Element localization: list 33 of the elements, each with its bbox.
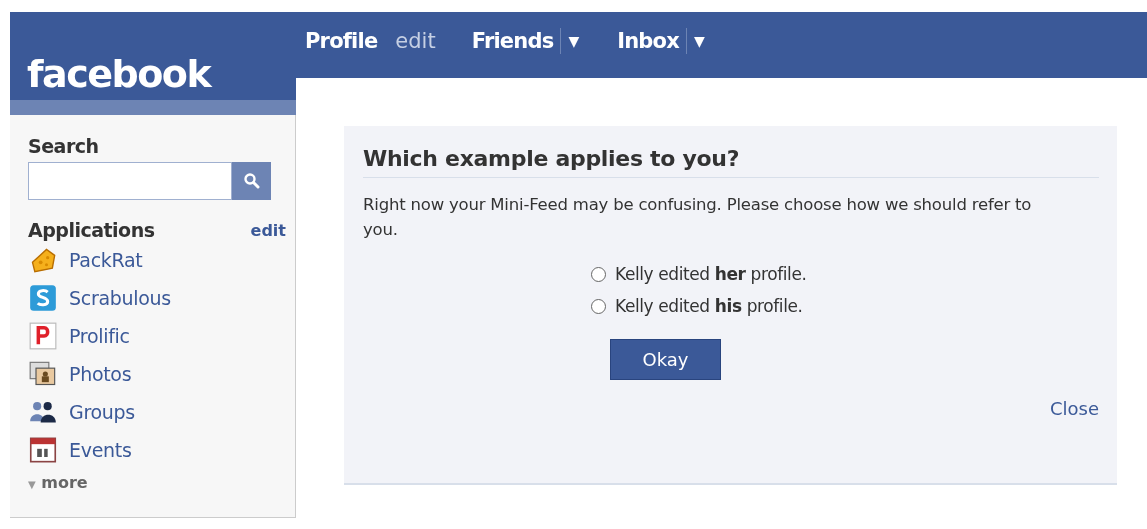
- dropdown-arrow[interactable]: ▼: [568, 33, 580, 49]
- more-link[interactable]: ▼ more: [28, 473, 88, 492]
- search-label: Search: [28, 135, 100, 157]
- application-link[interactable]: Prolific: [69, 325, 130, 347]
- scrabulous-icon: [29, 284, 57, 312]
- edit-link[interactable]: edit: [250, 220, 286, 240]
- application-link[interactable]: Events: [69, 439, 132, 461]
- search-icon: [242, 172, 261, 190]
- application-link[interactable]: Groups: [69, 401, 135, 423]
- dialog-message: Right now your Mini-Feed may be confusing. Please choose how we should refer to you.: [363, 194, 1033, 241]
- application-link[interactable]: Scrabulous: [69, 287, 171, 309]
- radio-button[interactable]: [591, 298, 606, 314]
- okay-button[interactable]: Okay: [610, 339, 721, 380]
- photos-icon: [29, 360, 57, 388]
- radio-button[interactable]: [591, 266, 606, 282]
- applications-heading: Applications: [28, 219, 155, 241]
- cheese-icon: [29, 246, 57, 274]
- nav-link[interactable]: Inbox: [617, 29, 679, 53]
- calendar-icon: [29, 436, 57, 464]
- nav-edit-link[interactable]: edit: [395, 29, 436, 53]
- nav-link[interactable]: Profile: [305, 29, 378, 53]
- search-button[interactable]: [232, 162, 271, 200]
- close-link[interactable]: Close: [1049, 398, 1099, 419]
- logo[interactable]: facebook: [27, 55, 211, 93]
- nav-link[interactable]: Friends: [471, 29, 554, 53]
- dropdown-arrow[interactable]: ▼: [693, 33, 705, 49]
- option-label: Kelly edited his profile.: [615, 296, 803, 316]
- application-link[interactable]: PackRat: [69, 249, 143, 271]
- option-label: Kelly edited her profile.: [615, 264, 807, 284]
- search-field[interactable]: [28, 162, 232, 200]
- dialog-title: Which example applies to you?: [363, 146, 1099, 178]
- application-link[interactable]: Photos: [69, 363, 132, 385]
- prolific-icon: [29, 322, 57, 350]
